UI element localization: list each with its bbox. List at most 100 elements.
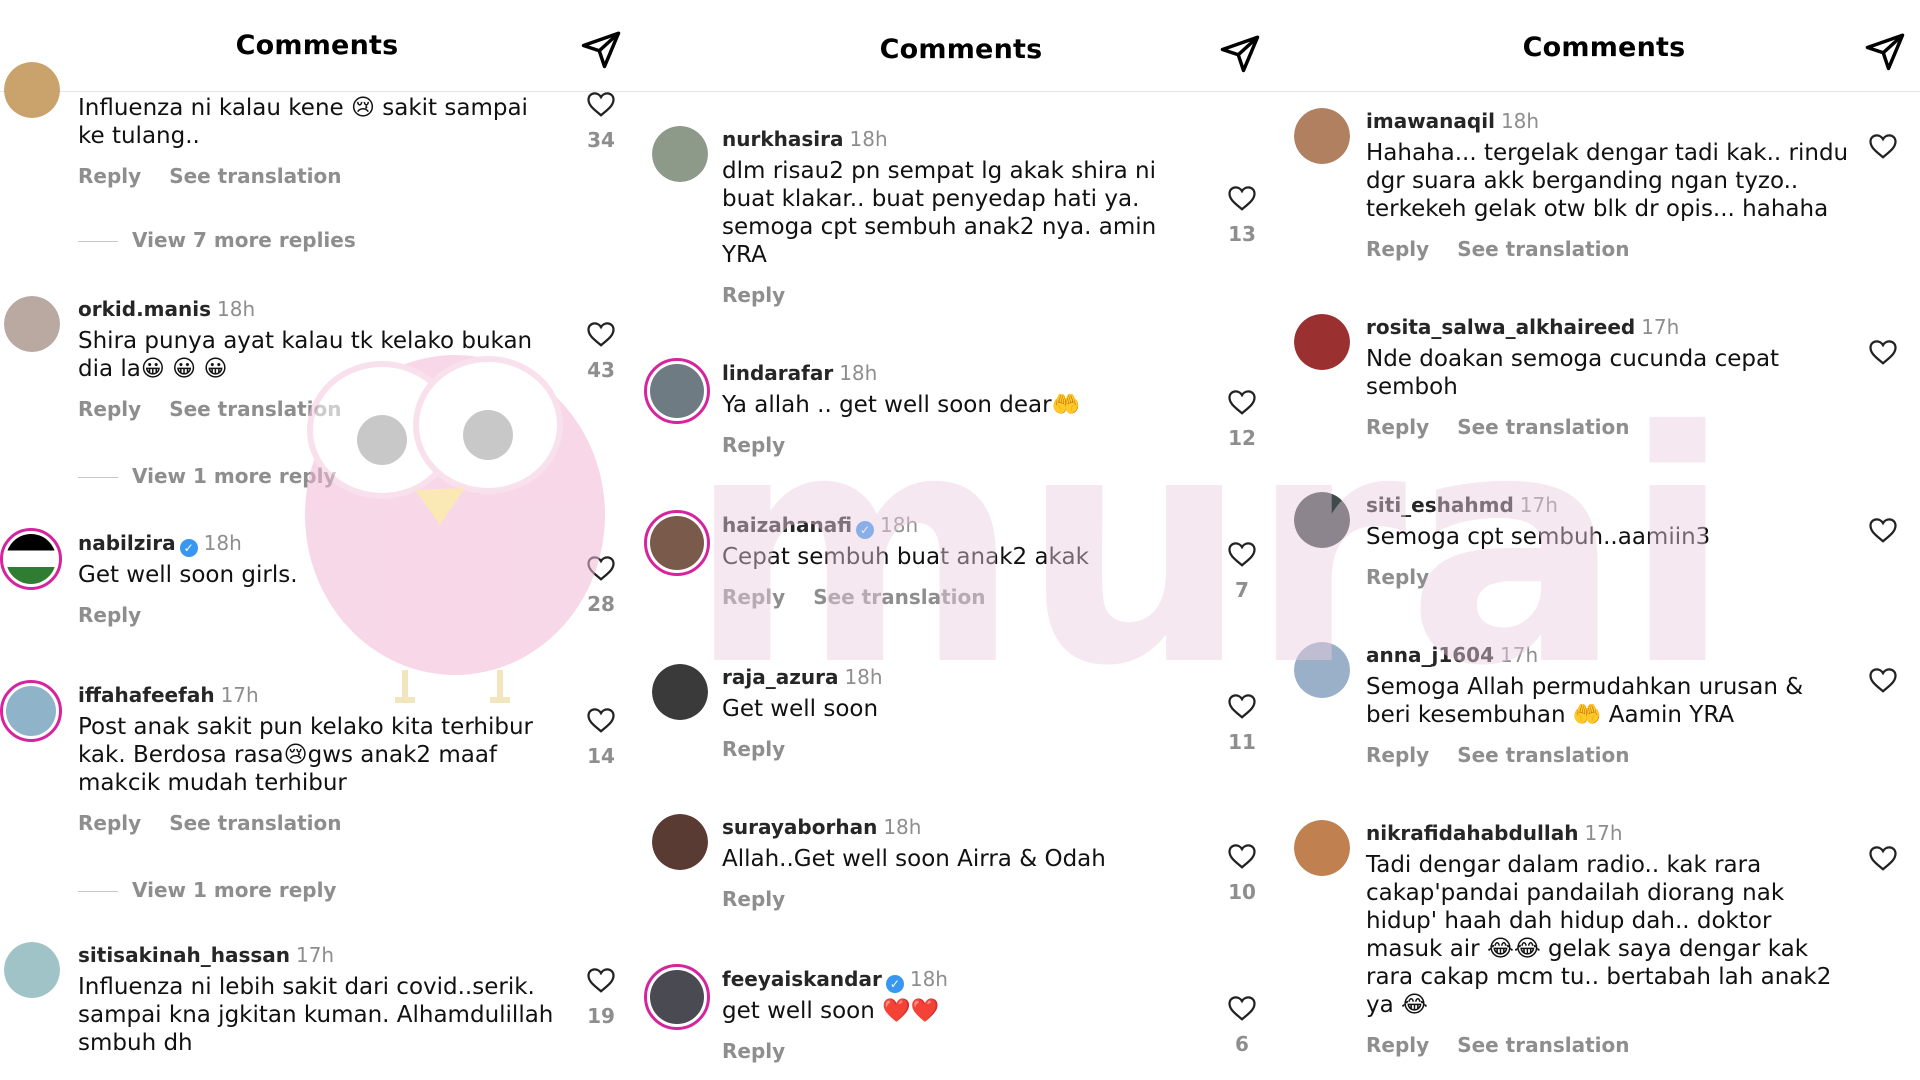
username[interactable]: imawanaqil <box>1366 109 1495 133</box>
reply-button[interactable]: Reply <box>1366 1033 1429 1057</box>
reply-button[interactable]: Reply <box>1366 237 1429 261</box>
avatar[interactable] <box>644 964 710 1030</box>
comment-header: orkid.manis 18h <box>78 296 558 323</box>
see-translation-link[interactable]: See translation <box>813 585 985 609</box>
heart-outline-icon[interactable] <box>586 966 616 994</box>
avatar[interactable] <box>652 814 708 870</box>
username[interactable]: surayaborhan <box>722 815 877 839</box>
see-translation-link[interactable]: See translation <box>169 811 341 835</box>
comment-header: sitisakinah_hassan 17h <box>78 942 578 969</box>
heart-outline-icon[interactable] <box>1868 132 1898 160</box>
avatar[interactable] <box>4 62 60 118</box>
heart-outline-icon[interactable] <box>1868 338 1898 366</box>
timestamp: 18h <box>217 297 256 321</box>
comment-actions: Reply See translation <box>1366 237 1866 261</box>
avatar[interactable] <box>0 528 62 590</box>
heart-outline-icon[interactable] <box>586 320 616 348</box>
see-translation-link[interactable]: See translation <box>169 164 341 188</box>
heart-outline-icon[interactable] <box>586 90 616 118</box>
avatar[interactable] <box>1294 642 1350 698</box>
reply-button[interactable]: Reply <box>722 283 785 307</box>
screenshot-collage: Comments Influenza ni kalau kene 😢 sakit… <box>0 0 1920 1080</box>
username[interactable]: siti_eshahmd <box>1366 493 1514 517</box>
reply-button[interactable]: Reply <box>722 887 785 911</box>
like-count: 6 <box>1235 1032 1249 1056</box>
heart-outline-icon[interactable] <box>1227 184 1257 212</box>
avatar[interactable] <box>644 510 710 576</box>
avatar[interactable] <box>652 126 708 182</box>
username[interactable]: iffahafeefah <box>78 683 215 707</box>
send-icon[interactable] <box>1864 30 1906 72</box>
avatar[interactable] <box>1294 492 1350 548</box>
reply-button[interactable]: Reply <box>722 737 785 761</box>
username[interactable]: nabilzira <box>78 531 176 555</box>
see-translation-link[interactable]: See translation <box>1457 1033 1629 1057</box>
reply-button[interactable]: Reply <box>1366 565 1429 589</box>
avatar-image <box>1294 492 1350 548</box>
see-translation-link[interactable]: See translation <box>1457 415 1629 439</box>
like-count: 12 <box>1228 426 1256 450</box>
like-control <box>1863 844 1903 872</box>
reply-button[interactable]: Reply <box>1366 743 1429 767</box>
comments-panel-2: Comments nurkhasira 18h dlm risau2 pn sem… <box>634 0 1288 1080</box>
avatar[interactable] <box>1294 820 1350 876</box>
reply-button[interactable]: Reply <box>722 433 785 457</box>
view-more-replies[interactable]: View 1 more reply <box>78 464 336 488</box>
send-icon[interactable] <box>1219 32 1261 74</box>
comment-text: Allah..Get well soon Airra & Odah <box>722 846 1106 872</box>
see-translation-link[interactable]: See translation <box>1457 237 1629 261</box>
heart-outline-icon[interactable] <box>1227 994 1257 1022</box>
username[interactable]: sitisakinah_hassan <box>78 943 290 967</box>
heart-outline-icon[interactable] <box>1868 844 1898 872</box>
avatar[interactable] <box>1294 314 1350 370</box>
reply-button[interactable]: Reply <box>78 603 141 627</box>
reply-button[interactable]: Reply <box>78 164 141 188</box>
avatar[interactable] <box>652 664 708 720</box>
reply-button[interactable]: Reply <box>722 585 785 609</box>
reply-button[interactable]: Reply <box>722 1039 785 1063</box>
like-count: 7 <box>1235 578 1249 602</box>
comment-text: Get well soon girls. <box>78 562 298 588</box>
reply-button[interactable]: Reply <box>78 811 141 835</box>
comment-actions: Reply <box>722 433 1202 457</box>
avatar[interactable] <box>0 680 62 742</box>
reply-button[interactable]: Reply <box>1366 415 1429 439</box>
username[interactable]: haizahanafi <box>722 513 852 537</box>
comment-actions: Reply See translation <box>78 164 558 188</box>
heart-outline-icon[interactable] <box>1227 692 1257 720</box>
avatar-image <box>6 686 56 736</box>
username[interactable]: lindarafar <box>722 361 833 385</box>
heart-outline-icon[interactable] <box>1227 540 1257 568</box>
avatar[interactable] <box>4 942 60 998</box>
username[interactable]: rosita_salwa_alkhaireed <box>1366 315 1635 339</box>
username[interactable]: nurkhasira <box>722 127 844 151</box>
username[interactable]: orkid.manis <box>78 297 211 321</box>
username[interactable]: raja_azura <box>722 665 838 689</box>
username[interactable]: anna_j1604 <box>1366 643 1494 667</box>
like-control <box>1863 666 1903 694</box>
comment-actions: Reply <box>722 887 1202 911</box>
username[interactable]: feeyaiskandar <box>722 967 882 991</box>
heart-outline-icon[interactable] <box>1227 842 1257 870</box>
heart-outline-icon[interactable] <box>586 706 616 734</box>
view-more-replies[interactable]: View 1 more reply <box>78 878 336 902</box>
comment-header: haizahanafi ✓ 18h <box>722 512 1202 539</box>
comment-header: imawanaqil 18h <box>1366 108 1866 135</box>
username[interactable]: nikrafidahabdullah <box>1366 821 1578 845</box>
like-count: 14 <box>587 744 615 768</box>
reply-button[interactable]: Reply <box>78 397 141 421</box>
send-icon[interactable] <box>580 28 622 70</box>
comment-text: Influenza ni lebih sakit dari covid..ser… <box>78 974 554 1056</box>
heart-outline-icon[interactable] <box>1227 388 1257 416</box>
like-control <box>1863 132 1903 160</box>
avatar[interactable] <box>644 358 710 424</box>
heart-outline-icon[interactable] <box>586 554 616 582</box>
avatar[interactable] <box>1294 108 1350 164</box>
heart-outline-icon[interactable] <box>1868 666 1898 694</box>
see-translation-link[interactable]: See translation <box>1457 743 1629 767</box>
view-more-replies[interactable]: View 7 more replies <box>78 228 356 252</box>
timestamp: 17h <box>1519 493 1558 517</box>
avatar[interactable] <box>4 296 60 352</box>
heart-outline-icon[interactable] <box>1868 516 1898 544</box>
see-translation-link[interactable]: See translation <box>169 397 341 421</box>
